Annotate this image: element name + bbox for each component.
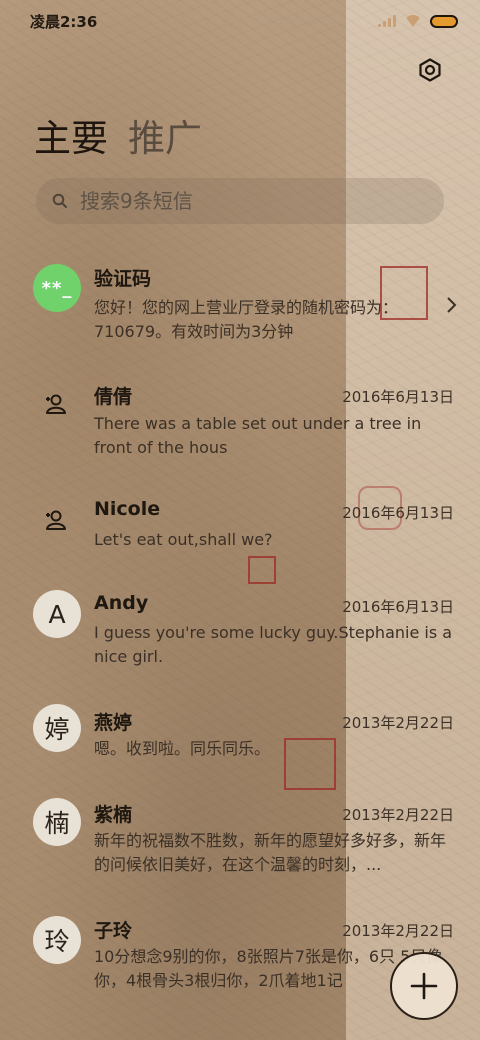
conversation-snippet: 嗯。收到啦。同乐同乐。 bbox=[94, 739, 271, 758]
conversation-snippet: Let's eat out,shall we? bbox=[94, 530, 273, 549]
messages-screen: 凌晨2:36 主要 推广 **_ bbox=[0, 0, 480, 1040]
chevron-right-icon[interactable] bbox=[446, 296, 458, 314]
conversation-name: Andy bbox=[94, 592, 149, 614]
conversation-name: Nicole bbox=[94, 498, 161, 520]
status-icons bbox=[378, 14, 458, 28]
tab-primary[interactable]: 主要 bbox=[34, 108, 108, 162]
conversation-snippet: 新年的祝福数不胜数，新年的愿望好多好多，新年的问候依旧美好，在这个温馨的时刻，.… bbox=[94, 831, 447, 874]
status-bar: 凌晨2:36 bbox=[0, 0, 480, 42]
search-bar[interactable] bbox=[36, 178, 444, 224]
battery-icon bbox=[430, 14, 458, 28]
category-tabs: 主要 推广 bbox=[34, 108, 202, 162]
hexagon-gear-icon bbox=[419, 58, 441, 82]
conversation-item[interactable]: 楠 紫楠 2013年2月22日 新年的祝福数不胜数，新年的愿望好多好多，新年的问… bbox=[0, 794, 480, 900]
signal-icon bbox=[378, 15, 396, 27]
status-time: 凌晨2:36 bbox=[30, 12, 98, 31]
avatar-letter: 婷 bbox=[33, 704, 81, 752]
conversation-date: 2013年2月22日 bbox=[342, 806, 454, 824]
avatar-unknown-contact bbox=[33, 380, 81, 428]
plus-icon bbox=[410, 972, 438, 1000]
conversation-date: 2013年2月22日 bbox=[342, 922, 454, 940]
conversation-date: 2013年2月22日 bbox=[342, 714, 454, 732]
conversation-snippet: There was a table set out under a tree i… bbox=[94, 414, 422, 457]
search-input[interactable] bbox=[80, 189, 400, 213]
conversation-date: 2016年6月13日 bbox=[342, 598, 454, 616]
conversation-snippet: I guess you're some lucky guy.Stephanie … bbox=[94, 623, 453, 666]
avatar-letter: 玲 bbox=[33, 916, 81, 964]
tab-promotions[interactable]: 推广 bbox=[128, 108, 202, 162]
conversation-name: 紫楠 bbox=[94, 804, 133, 826]
person-add-icon bbox=[46, 510, 66, 530]
conversation-item[interactable]: Nicole 2016年6月13日 Let's eat out,shall we… bbox=[0, 492, 480, 576]
avatar-unknown-contact bbox=[33, 496, 81, 544]
person-add-icon bbox=[46, 394, 66, 414]
conversation-snippet: 您好！您的网上营业厅登录的随机密码为：710679。有效时间为3分钟 bbox=[94, 298, 399, 341]
avatar-letter: A bbox=[33, 590, 81, 638]
conversation-item[interactable]: 倩倩 2016年6月13日 There was a table set out … bbox=[0, 376, 480, 476]
new-message-button[interactable] bbox=[390, 952, 458, 1020]
conversation-date: 2016年6月13日 bbox=[342, 504, 454, 522]
conversation-item[interactable]: **_ 验证码 您好！您的网上营业厅登录的随机密码为：710679。有效时间为3… bbox=[0, 258, 480, 364]
conversation-date: 2016年6月13日 bbox=[342, 388, 454, 406]
conversation-item[interactable]: A Andy 2016年6月13日 I guess you're some lu… bbox=[0, 586, 480, 686]
avatar-verification-code: **_ bbox=[33, 264, 81, 312]
conversation-name: 燕婷 bbox=[94, 712, 133, 734]
avatar-letter: 楠 bbox=[33, 798, 81, 846]
wifi-icon bbox=[404, 15, 422, 27]
search-icon bbox=[52, 193, 67, 208]
conversation-item[interactable]: 婷 燕婷 2013年2月22日 嗯。收到啦。同乐同乐。 bbox=[0, 702, 480, 786]
conversation-name: 倩倩 bbox=[94, 386, 133, 408]
settings-button[interactable] bbox=[414, 54, 446, 86]
conversation-name: 子玲 bbox=[94, 920, 133, 942]
conversation-name: 验证码 bbox=[94, 268, 152, 290]
